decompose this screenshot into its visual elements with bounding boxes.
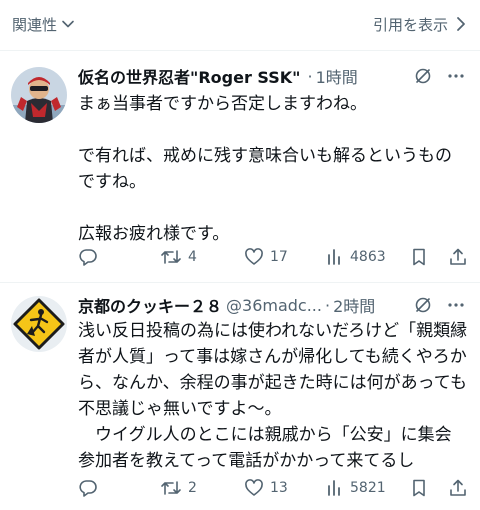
bookmark-button[interactable] bbox=[410, 478, 428, 498]
display-name[interactable]: 仮名の世界忍者"Roger SSK" bbox=[78, 64, 300, 88]
reply-sort-bar: 関連性 引用を表示 bbox=[0, 0, 480, 50]
timestamp[interactable]: 1時間 bbox=[316, 64, 358, 88]
reply-icon bbox=[79, 480, 97, 497]
heart-icon bbox=[245, 479, 263, 496]
share-button[interactable] bbox=[448, 478, 468, 498]
tweet-actions: 2 13 5821 bbox=[78, 476, 468, 500]
relevance-sort-button[interactable]: 関連性 bbox=[12, 12, 75, 36]
tweet-actions: 4 17 4863 bbox=[78, 245, 468, 269]
tweet-paragraph: まぁ当事者ですから否定しますわね。 bbox=[78, 94, 367, 114]
avatar[interactable] bbox=[11, 67, 67, 123]
view-count: 4863 bbox=[350, 249, 386, 265]
views-button[interactable]: 5821 bbox=[326, 478, 386, 498]
view-quotes-button[interactable]: 引用を表示 bbox=[373, 12, 466, 36]
share-icon bbox=[450, 479, 466, 496]
reply-button[interactable] bbox=[78, 478, 104, 498]
sort-label: 関連性 bbox=[12, 15, 58, 34]
bookmark-icon bbox=[413, 479, 425, 497]
retweet-icon bbox=[161, 250, 181, 264]
views-icon bbox=[328, 480, 340, 496]
tweet-header: 京都のクッキー２８ @36madc... · 2時間 bbox=[78, 292, 466, 318]
display-name[interactable]: 京都のクッキー２８ bbox=[78, 293, 222, 317]
retweet-count: 2 bbox=[188, 480, 197, 496]
reply-tweet[interactable]: 京都のクッキー２８ @36madc... · 2時間 浅い反日投稿の為には使われ… bbox=[0, 283, 480, 510]
reply-button[interactable] bbox=[78, 247, 104, 267]
tweet-paragraph: 広報お疲れ様です。 bbox=[78, 224, 230, 244]
quotes-label: 引用を表示 bbox=[372, 15, 448, 34]
retweet-button[interactable]: 4 bbox=[160, 247, 197, 267]
retweet-button[interactable]: 2 bbox=[160, 478, 197, 498]
like-count: 17 bbox=[270, 249, 288, 265]
bookmark-icon bbox=[413, 248, 425, 266]
timestamp[interactable]: 2時間 bbox=[333, 293, 375, 317]
grok-icon[interactable] bbox=[414, 67, 432, 85]
tweet-text: 浅い反日投稿の為には使われないだろけど「親類縁者が人質」って事は嫁さんが帰化して… bbox=[78, 318, 468, 474]
reply-tweet[interactable]: 仮名の世界忍者"Roger SSK" · 1時間 まぁ当事者ですから否定しますわ… bbox=[0, 51, 480, 283]
views-button[interactable]: 4863 bbox=[326, 247, 386, 267]
like-button[interactable]: 13 bbox=[244, 478, 288, 498]
avatar[interactable] bbox=[11, 296, 67, 352]
reply-icon bbox=[79, 249, 97, 266]
retweet-count: 4 bbox=[188, 249, 197, 265]
tweet-paragraph: で有れば、戒めに残す意味合いも解るというものですね。 bbox=[78, 146, 452, 192]
chevron-right-icon bbox=[457, 17, 465, 31]
more-icon[interactable] bbox=[446, 67, 466, 85]
separator-dot: · bbox=[324, 295, 331, 315]
view-count: 5821 bbox=[350, 480, 386, 496]
like-count: 13 bbox=[270, 480, 288, 496]
grok-icon[interactable] bbox=[414, 296, 432, 314]
separator-dot: · bbox=[307, 66, 313, 86]
tweet-text: まぁ当事者ですから否定しますわね。 で有れば、戒めに残す意味合いも解るというもの… bbox=[78, 91, 468, 247]
heart-icon bbox=[245, 248, 263, 265]
user-handle[interactable]: @36madc... bbox=[226, 296, 322, 315]
tweet-paragraph: 浅い反日投稿の為には使われないだろけど「親類縁者が人質」って事は嫁さんが帰化して… bbox=[78, 321, 468, 419]
share-icon bbox=[450, 248, 466, 265]
bookmark-button[interactable] bbox=[410, 247, 428, 267]
views-icon bbox=[328, 249, 340, 265]
retweet-icon bbox=[161, 481, 181, 495]
like-button[interactable]: 17 bbox=[244, 247, 288, 267]
share-button[interactable] bbox=[448, 247, 468, 267]
tweet-paragraph: ウイグル人のとこには親戚から「公安」に集会参加者を教えてって電話がかかって来てる… bbox=[78, 425, 452, 471]
tweet-header: 仮名の世界忍者"Roger SSK" · 1時間 bbox=[78, 63, 466, 89]
more-icon[interactable] bbox=[446, 296, 466, 314]
chevron-down-icon bbox=[62, 20, 74, 28]
